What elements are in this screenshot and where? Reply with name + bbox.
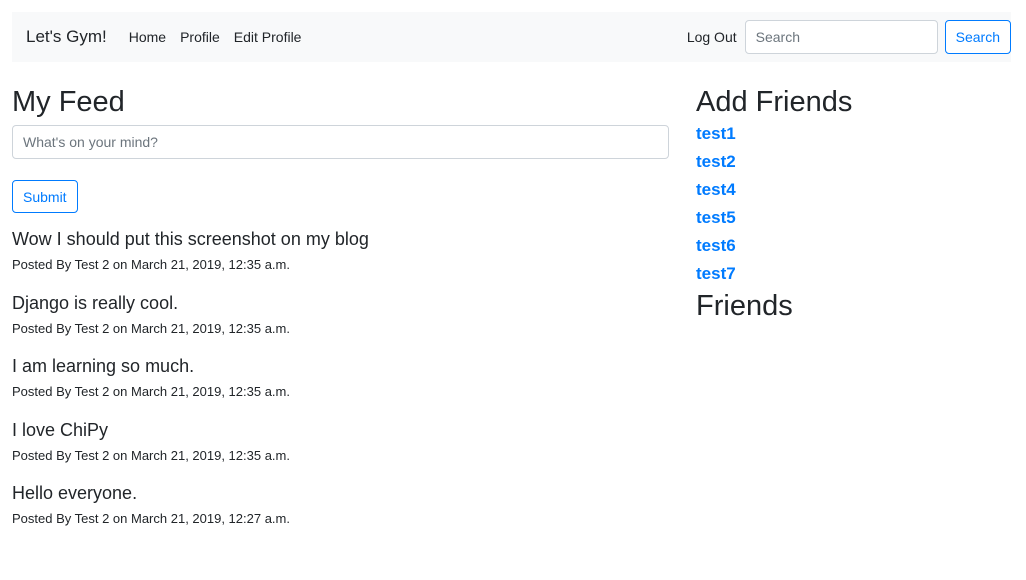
navbar: Let's Gym! Home Profile Edit Profile Log… — [12, 12, 1011, 62]
friend-suggestion-link[interactable]: test1 — [696, 120, 1006, 148]
logout-link[interactable]: Log Out — [687, 29, 737, 45]
post-item: Hello everyone. Posted By Test 2 on Marc… — [12, 481, 669, 545]
submit-button[interactable]: Submit — [12, 180, 78, 213]
post-meta: Posted By Test 2 on March 21, 2019, 12:3… — [12, 447, 290, 463]
navbar-right: Log Out Search — [687, 20, 1011, 54]
post-list: Wow I should put this screenshot on my b… — [12, 227, 669, 545]
friends-title: Friends — [696, 290, 793, 322]
post-title: Wow I should put this screenshot on my b… — [12, 229, 369, 249]
add-friends-title: Add Friends — [696, 86, 853, 118]
friend-suggestion-link[interactable]: test2 — [696, 148, 1006, 176]
post-title: I love ChiPy — [12, 419, 109, 440]
feed-title: My Feed — [12, 86, 125, 118]
post-meta: Posted By Test 2 on March 21, 2019, 12:3… — [12, 257, 290, 272]
sidebar: Add Friends test1 test2 test4 test5 test… — [696, 84, 1006, 324]
post-input[interactable] — [12, 125, 669, 159]
post-item: I love ChiPy Posted By Test 2 on March 2… — [12, 418, 669, 482]
post-item: Django is really cool. Posted By Test 2 … — [12, 291, 669, 355]
post-item: Wow I should put this screenshot on my b… — [12, 227, 669, 291]
search-input[interactable] — [744, 20, 938, 54]
friend-suggestion-link[interactable]: test7 — [696, 260, 1006, 288]
post-title: Hello everyone. — [12, 483, 138, 503]
feed-section: My Feed Submit Wow I should put this scr… — [12, 84, 669, 545]
post-meta: Posted By Test 2 on March 21, 2019, 12:3… — [12, 384, 290, 399]
post-title: Django is really cool. — [12, 292, 179, 313]
brand-link[interactable]: Let's Gym! — [26, 27, 107, 47]
nav-link-profile[interactable]: Profile — [180, 29, 220, 45]
friend-suggestion-link[interactable]: test4 — [696, 176, 1006, 204]
post-item: I am learning so much. Posted By Test 2 … — [12, 354, 669, 418]
nav-link-home[interactable]: Home — [129, 29, 166, 45]
friend-suggestion-link[interactable]: test6 — [696, 232, 1006, 260]
nav-link-edit-profile[interactable]: Edit Profile — [234, 29, 302, 45]
search-button[interactable]: Search — [944, 20, 1011, 54]
friend-suggestion-link[interactable]: test5 — [696, 204, 1006, 232]
post-meta: Posted By Test 2 on March 21, 2019, 12:3… — [12, 320, 290, 336]
post-meta: Posted By Test 2 on March 21, 2019, 12:2… — [12, 511, 290, 526]
post-title: I am learning so much. — [12, 356, 195, 376]
